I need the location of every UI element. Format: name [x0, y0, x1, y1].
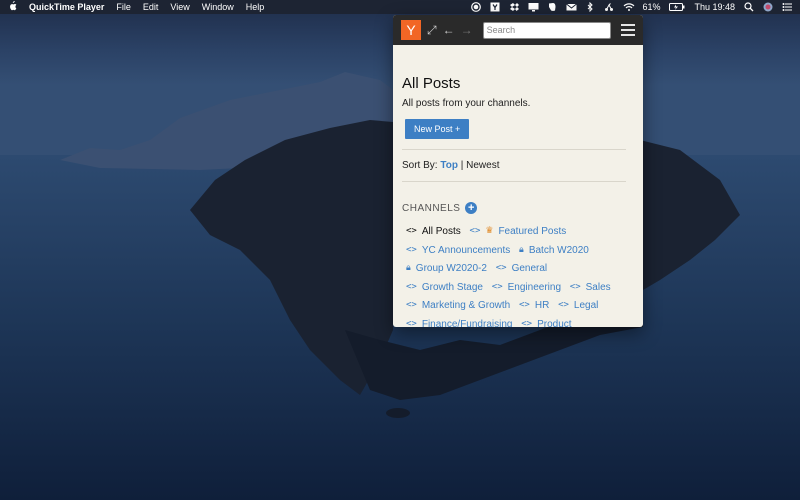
popup-toolbar: Y ⤢ ← → — [393, 15, 643, 45]
expand-icon[interactable]: ⤢ — [427, 23, 437, 38]
menu-window[interactable]: Window — [202, 2, 234, 12]
code-icon: <> — [406, 300, 417, 310]
sort-separator: | — [460, 160, 464, 171]
wifi-icon[interactable] — [623, 2, 635, 12]
code-icon: <> — [569, 281, 581, 292]
user-avatar-icon[interactable] — [763, 2, 773, 12]
new-post-button[interactable]: New Post + — [405, 119, 470, 139]
y-combinator-icon[interactable] — [490, 2, 500, 12]
channel-product[interactable]: <> Product — [521, 316, 571, 328]
channel-all-posts[interactable]: <> All Posts — [406, 223, 461, 241]
menu-file[interactable]: File — [116, 2, 131, 12]
menu-hamburger-icon[interactable] — [621, 24, 635, 36]
channel-engineering[interactable]: <> Engineering — [492, 279, 561, 297]
code-icon: <> — [495, 263, 507, 273]
forward-arrow-icon[interactable]: → — [461, 23, 473, 37]
search-icon[interactable] — [744, 2, 754, 12]
bluetooth-icon[interactable] — [585, 1, 595, 13]
code-icon: <> — [406, 226, 417, 236]
app-name[interactable]: QuickTime Player — [29, 2, 104, 12]
menu-edit[interactable]: Edit — [143, 2, 159, 12]
code-icon: <> — [406, 281, 417, 292]
dropbox-icon[interactable] — [509, 2, 520, 12]
channel-list: <> All Posts <> ♛ Featured Posts <> YC Annou… — [402, 222, 633, 327]
channel-sales[interactable]: <> Sales — [570, 279, 611, 297]
code-icon: <> — [469, 226, 481, 236]
code-icon: <> — [406, 318, 417, 328]
channel-hr[interactable]: <> HR — [519, 297, 549, 315]
lock-icon: 🔒︎ — [519, 244, 524, 255]
y-logo[interactable]: Y — [401, 20, 421, 40]
code-icon: <> — [558, 300, 569, 310]
lock-icon: 🔒︎ — [406, 263, 411, 273]
crown-icon: ♛ — [485, 226, 494, 236]
page-title: All Posts — [402, 75, 461, 92]
menu-bar: QuickTime Player File Edit View Window H… — [0, 0, 800, 14]
evernote-icon[interactable] — [547, 2, 557, 12]
screen-icon[interactable] — [528, 2, 539, 12]
mail-icon[interactable] — [566, 2, 578, 12]
battery-percent: 61% — [642, 2, 661, 12]
channel-finance-fundraising[interactable]: <> Finance/Fundraising — [406, 316, 512, 328]
add-channel-button[interactable]: + — [465, 202, 478, 214]
page-subtitle: All posts from your channels. — [402, 98, 531, 109]
menu-help[interactable]: Help — [246, 2, 265, 12]
battery-icon[interactable] — [669, 2, 685, 12]
channel-batch-w2020[interactable]: 🔒︎ Batch W2020 — [519, 242, 589, 260]
search-input[interactable] — [482, 21, 611, 39]
apple-icon[interactable] — [8, 0, 17, 14]
code-icon: <> — [521, 318, 533, 328]
yc-bookface-popup: Y ⤢ ← → All Posts All posts from your ch… — [393, 15, 643, 327]
back-arrow-icon[interactable]: ← — [443, 23, 455, 37]
channel-legal[interactable]: <> Legal — [558, 297, 598, 315]
menu-view[interactable]: View — [170, 2, 189, 12]
sort-label: Sort By: — [402, 160, 438, 171]
channel-yc-announcements[interactable]: <> YC Announcements — [406, 242, 510, 260]
channel-general[interactable]: <> General — [496, 260, 547, 278]
channel-growth-stage[interactable]: <> Growth Stage — [406, 279, 483, 297]
clock[interactable]: Thu 19:48 — [694, 2, 735, 12]
channel-marketing-growth[interactable]: <> Marketing & Growth — [406, 297, 510, 315]
channels-title: CHANNELS — [402, 202, 461, 214]
record-icon[interactable] — [471, 2, 482, 12]
code-icon: <> — [491, 281, 503, 292]
channel-featured-posts[interactable]: <> ♛ Featured Posts — [470, 223, 567, 241]
code-icon: <> — [406, 244, 417, 255]
divider — [402, 149, 626, 150]
channel-group-w2020-2[interactable]: 🔒︎ Group W2020-2 — [406, 260, 487, 278]
sort-top-link[interactable]: Top — [440, 160, 458, 171]
channels-header: CHANNELS + — [402, 202, 633, 214]
popup-content: All Posts All posts from your channels. … — [393, 75, 643, 327]
sort-newest-link[interactable]: Newest — [466, 160, 499, 171]
divider — [402, 181, 626, 182]
notification-center-icon[interactable] — [782, 2, 792, 12]
sort-control: Sort By: Top | Newest — [402, 160, 633, 171]
code-icon: <> — [519, 300, 530, 310]
scooter-icon[interactable] — [604, 2, 614, 12]
